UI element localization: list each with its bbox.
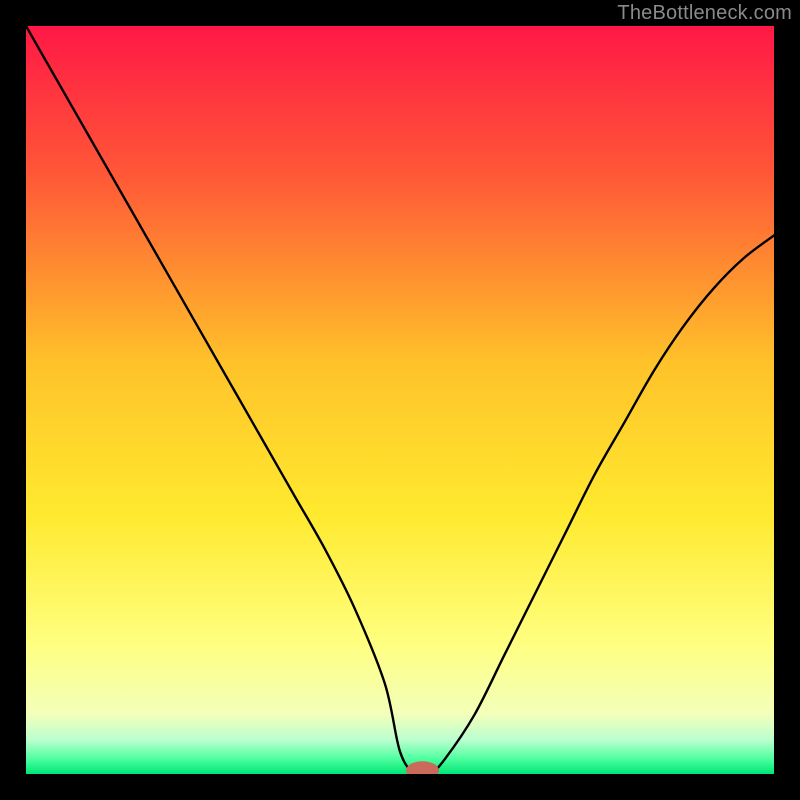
chart-frame: TheBottleneck.com [0,0,800,800]
gradient-background [26,26,774,774]
watermark-text: TheBottleneck.com [617,2,792,25]
plot-area [26,26,774,774]
bottleneck-chart-svg [26,26,774,774]
